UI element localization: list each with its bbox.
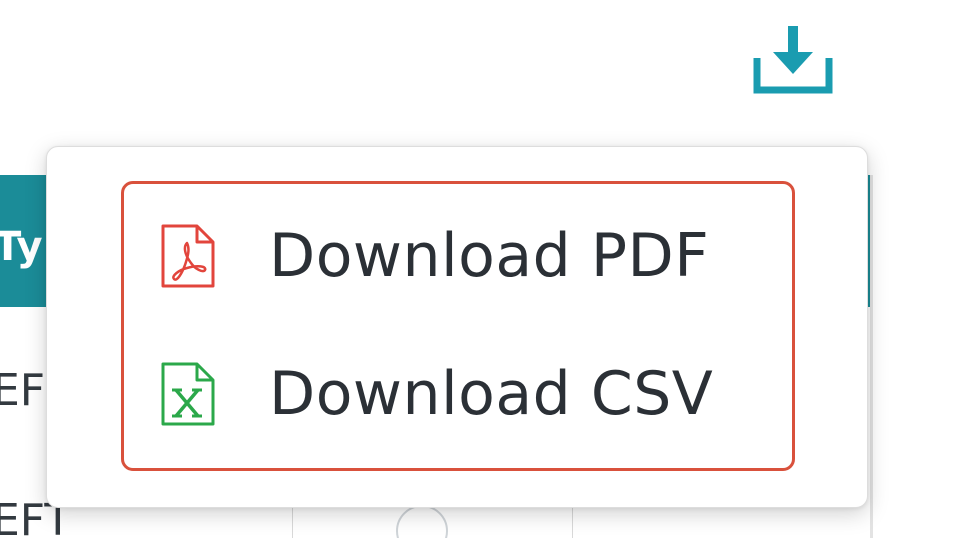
download-csv-option[interactable]: Download CSV — [157, 349, 777, 439]
page: Ty EF EFT Download PDF Download CSV — [0, 0, 961, 538]
download-csv-label: Download CSV — [269, 359, 714, 429]
pdf-file-icon — [157, 223, 217, 289]
table-edge — [870, 175, 873, 538]
table-cell: EF — [0, 365, 46, 416]
download-pdf-label: Download PDF — [269, 221, 710, 291]
download-dropdown-menu: Download PDF Download CSV — [46, 146, 868, 508]
excel-file-icon — [157, 361, 217, 427]
row-radio-button[interactable] — [396, 505, 448, 538]
download-button[interactable] — [748, 22, 838, 102]
download-tray-icon — [753, 26, 833, 94]
table-header-cell: Ty — [0, 224, 43, 270]
download-pdf-option[interactable]: Download PDF — [157, 211, 777, 301]
